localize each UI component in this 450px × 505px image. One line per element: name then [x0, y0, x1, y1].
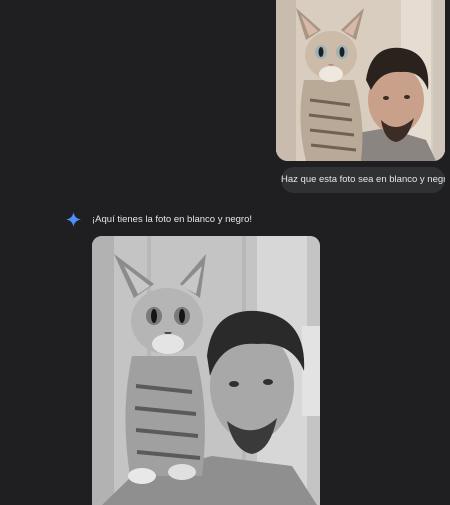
assistant-reply-text: ¡Aquí tienes la foto en blanco y negro!	[92, 214, 253, 225]
cat-and-man-bw-image	[92, 236, 320, 505]
cat-and-man-color-image	[276, 0, 445, 161]
user-message-bubble: Haz que esta foto sea en blanco y negro.	[281, 167, 445, 193]
gemini-sparkle-icon	[66, 212, 81, 227]
user-uploaded-photo[interactable]	[276, 0, 445, 161]
generated-bw-photo[interactable]	[92, 236, 320, 505]
